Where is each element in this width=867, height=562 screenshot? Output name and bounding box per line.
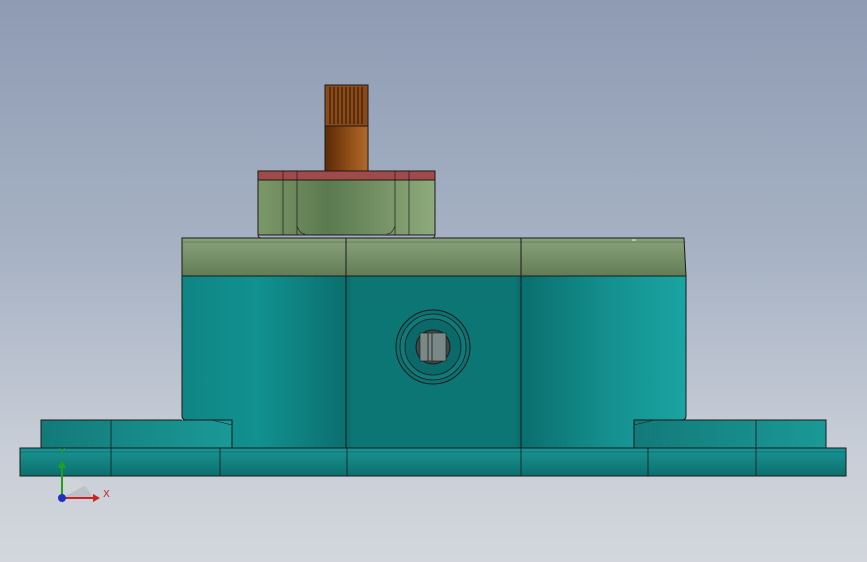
x-axis-label: X [103, 489, 110, 500]
z-axis-point [58, 494, 66, 502]
y-axis-label: Y [58, 447, 66, 458]
x-axis-arrow [93, 494, 100, 502]
input-shaft[interactable] [324, 125, 369, 172]
bearing-cap[interactable] [257, 179, 436, 239]
cap-ring[interactable] [257, 170, 436, 181]
base-plate[interactable] [19, 447, 847, 477]
side-bearing-hole[interactable] [395, 309, 471, 385]
top-cover[interactable] [181, 237, 687, 277]
shaft-spline[interactable] [324, 84, 369, 127]
cad-model-front-view[interactable]: X Y [0, 0, 867, 562]
graphics-viewport[interactable]: X Y [0, 0, 867, 562]
